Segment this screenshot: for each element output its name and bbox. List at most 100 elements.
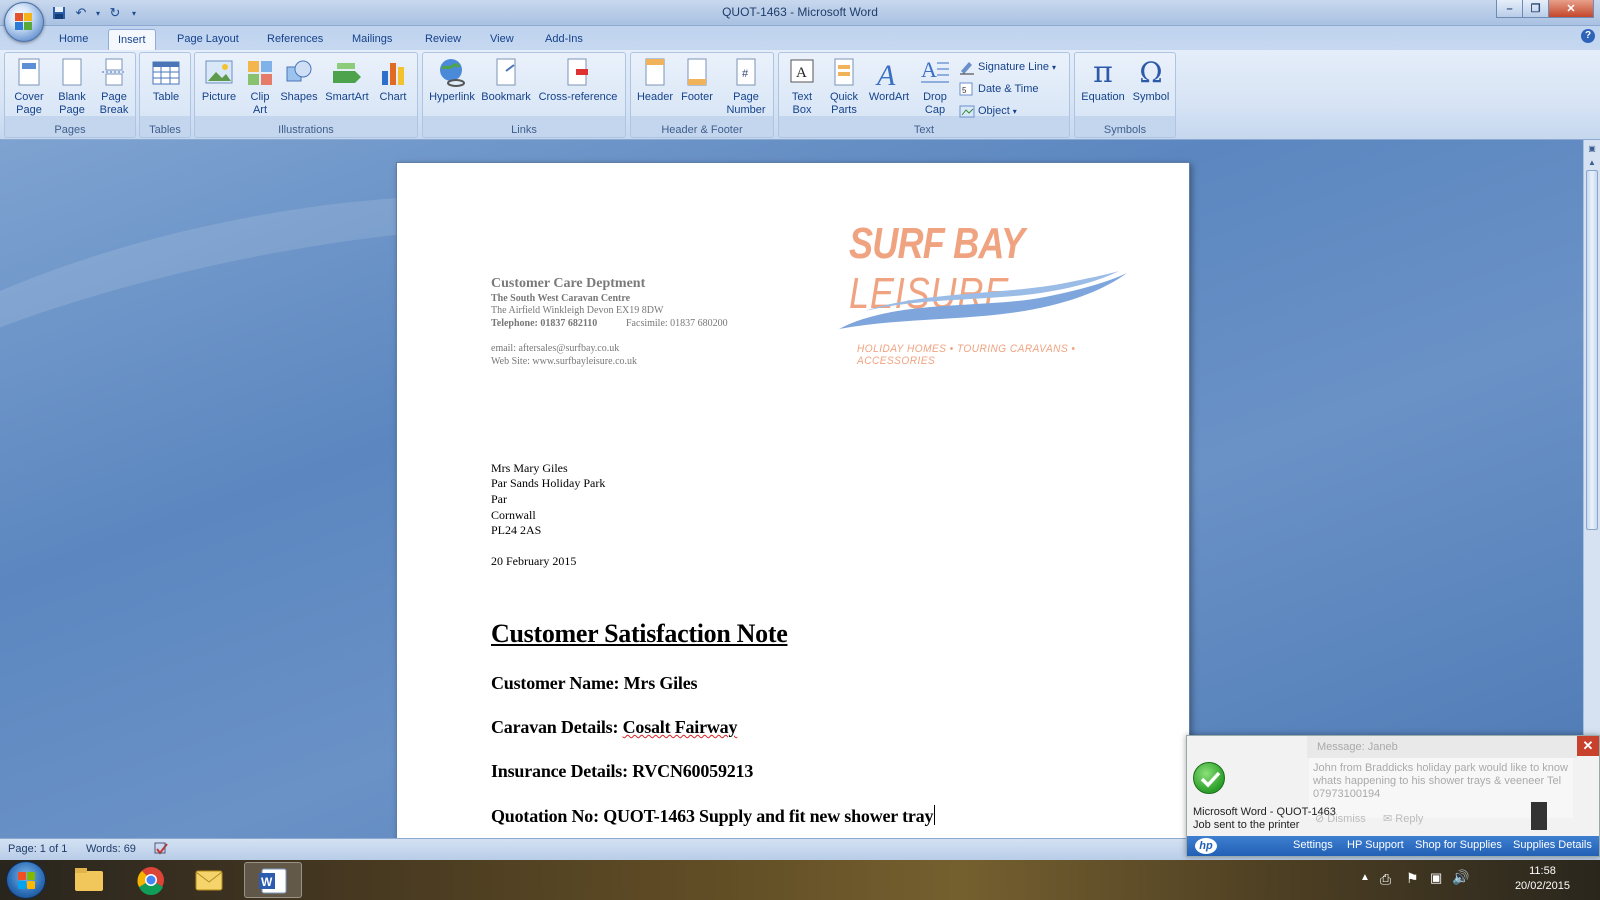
caravan-details-line: Caravan Details: Cosalt Fairway xyxy=(491,717,737,738)
word-count-status[interactable]: Words: 69 xyxy=(86,843,136,855)
clip-art-button[interactable]: Clip Art xyxy=(243,57,277,117)
taskbar-outlook[interactable] xyxy=(180,862,238,898)
tab-add-ins[interactable]: Add-Ins xyxy=(536,29,592,50)
page-count-status[interactable]: Page: 1 of 1 xyxy=(8,843,67,855)
letterhead-facsimile: Facsimile: 01837 680200 xyxy=(626,318,728,329)
footer-button[interactable]: Footer xyxy=(677,57,717,104)
tab-mailings[interactable]: Mailings xyxy=(343,29,401,50)
object-icon xyxy=(959,103,975,119)
quotation-line: Quotation No: QUOT-1463 Supply and fit n… xyxy=(491,805,936,827)
wordart-icon: A xyxy=(873,57,905,92)
minimize-button[interactable]: – xyxy=(1496,0,1523,18)
quick-parts-button[interactable]: Quick Parts xyxy=(825,57,863,117)
hyperlink-button[interactable]: Hyperlink xyxy=(427,57,477,104)
date-time-button[interactable]: 5 Date & Time xyxy=(959,81,1059,97)
taskbar: W ▲ ⎙ ⚑ ▣ 🔊 11:58 20/02/2015 xyxy=(0,860,1600,900)
cover-page-button[interactable]: Cover Page xyxy=(9,57,49,117)
tab-view[interactable]: View xyxy=(481,29,523,50)
hp-support-link[interactable]: HP Support xyxy=(1347,839,1404,851)
message-scrollbar[interactable] xyxy=(1531,802,1547,830)
volume-icon[interactable]: 🔊 xyxy=(1452,869,1469,886)
bookmark-button[interactable]: Bookmark xyxy=(479,57,533,104)
system-clock[interactable]: 11:58 20/02/2015 xyxy=(1515,864,1570,894)
tab-insert[interactable]: Insert xyxy=(108,29,156,50)
hyperlink-label: Hyperlink xyxy=(429,91,475,103)
drop-cap-button[interactable]: A Drop Cap xyxy=(915,57,955,117)
taskbar-chrome[interactable] xyxy=(122,862,180,898)
printer-icon[interactable]: ⎙ xyxy=(1380,871,1391,888)
show-hidden-icons[interactable]: ▲ xyxy=(1360,872,1370,883)
tab-home[interactable]: Home xyxy=(50,29,97,50)
reply-button[interactable]: ✉ Reply xyxy=(1383,812,1423,825)
hp-logo-icon: hp xyxy=(1195,838,1217,854)
signature-line-label: Signature Line xyxy=(978,60,1049,73)
group-label-header-footer: Header & Footer xyxy=(661,124,743,136)
object-button[interactable]: Object ▾ xyxy=(959,103,1059,119)
bookmark-icon xyxy=(490,57,522,89)
group-header-footer: Header Footer # Page Number Header & Foo… xyxy=(630,52,774,138)
equation-button[interactable]: π Equation xyxy=(1079,57,1127,104)
caravan-value: Cosalt Fairway xyxy=(622,717,738,737)
chart-button[interactable]: Chart xyxy=(373,57,413,104)
close-button[interactable]: ✕ xyxy=(1548,0,1594,18)
picture-icon xyxy=(203,57,235,89)
window-controls: – ❐ ✕ xyxy=(1496,0,1594,18)
ruler-toggle-icon[interactable]: ▣ xyxy=(1587,144,1597,154)
wordart-button[interactable]: A WordArt xyxy=(865,57,913,104)
recipient-line-3: Par xyxy=(491,492,507,506)
system-tray: ▲ ⎙ ⚑ ▣ 🔊 11:58 20/02/2015 xyxy=(1340,860,1600,900)
blank-page-button[interactable]: Blank Page xyxy=(53,57,91,117)
recipient-line-2: Par Sands Holiday Park xyxy=(491,476,606,490)
scroll-up-arrow[interactable]: ▲ xyxy=(1587,158,1597,168)
scrollbar-thumb[interactable] xyxy=(1586,170,1598,530)
header-icon xyxy=(639,57,671,89)
table-icon xyxy=(150,57,182,89)
help-icon[interactable]: ? xyxy=(1581,29,1595,43)
hp-settings-link[interactable]: Settings xyxy=(1293,839,1333,851)
dismiss-button[interactable]: ⊘ Dismiss xyxy=(1315,812,1366,825)
page-break-button[interactable]: Page Break xyxy=(95,57,133,117)
clip-art-label: Clip Art xyxy=(250,91,270,116)
restore-button[interactable]: ❐ xyxy=(1522,0,1549,18)
clock-date: 20/02/2015 xyxy=(1514,880,1570,892)
page-number-button[interactable]: # Page Number xyxy=(721,57,771,117)
header-label: Header xyxy=(636,91,674,103)
folder-icon xyxy=(75,868,103,891)
text-cursor xyxy=(934,805,936,825)
equation-label: Equation xyxy=(1081,91,1125,103)
hp-shop-link[interactable]: Shop for Supplies xyxy=(1415,839,1502,851)
start-button[interactable] xyxy=(6,861,46,899)
clip-art-icon xyxy=(244,57,276,89)
taskbar-word[interactable]: W xyxy=(244,862,302,898)
hp-supplies-details-link[interactable]: Supplies Details xyxy=(1513,839,1592,851)
tab-references[interactable]: References xyxy=(258,29,332,50)
letterhead-company: The South West Caravan Centre xyxy=(491,293,631,304)
svg-text:A: A xyxy=(875,59,896,89)
header-button[interactable]: Header xyxy=(635,57,675,104)
signature-line-button[interactable]: Signature Line ▾ xyxy=(959,59,1069,75)
picture-button[interactable]: Picture xyxy=(198,57,240,104)
reply-label: Reply xyxy=(1395,813,1424,825)
office-button[interactable] xyxy=(4,2,44,42)
network-icon[interactable]: ▣ xyxy=(1430,870,1442,886)
letterhead-department: Customer Care Deptment xyxy=(491,276,646,291)
table-button[interactable]: Table xyxy=(146,57,186,104)
document-page[interactable]: Customer Care Deptment The South West Ca… xyxy=(396,162,1190,842)
shapes-button[interactable]: Shapes xyxy=(279,57,319,104)
action-center-flag-icon[interactable]: ⚑ xyxy=(1406,870,1419,887)
notification-close-button[interactable]: ✕ xyxy=(1577,736,1599,756)
tab-page-layout[interactable]: Page Layout xyxy=(168,29,248,50)
page-break-label: Page Break xyxy=(99,91,129,116)
tab-review[interactable]: Review xyxy=(416,29,470,50)
drop-cap-icon: A xyxy=(919,57,951,89)
symbol-button[interactable]: Ω Symbol xyxy=(1129,57,1173,104)
word-icon: W xyxy=(259,868,287,894)
text-box-button[interactable]: A Text Box xyxy=(783,57,821,117)
bookmark-label: Bookmark xyxy=(481,91,531,103)
proofing-icon[interactable] xyxy=(154,841,170,860)
company-logo: SURF BAY LEISURE HOLIDAY HOMES • TOURING… xyxy=(835,219,1131,369)
smartart-button[interactable]: SmartArt xyxy=(323,57,371,104)
taskbar-explorer[interactable] xyxy=(60,862,118,898)
vertical-scrollbar[interactable]: ▣ ▲ xyxy=(1583,140,1600,838)
cross-reference-button[interactable]: Cross-reference xyxy=(535,57,621,104)
